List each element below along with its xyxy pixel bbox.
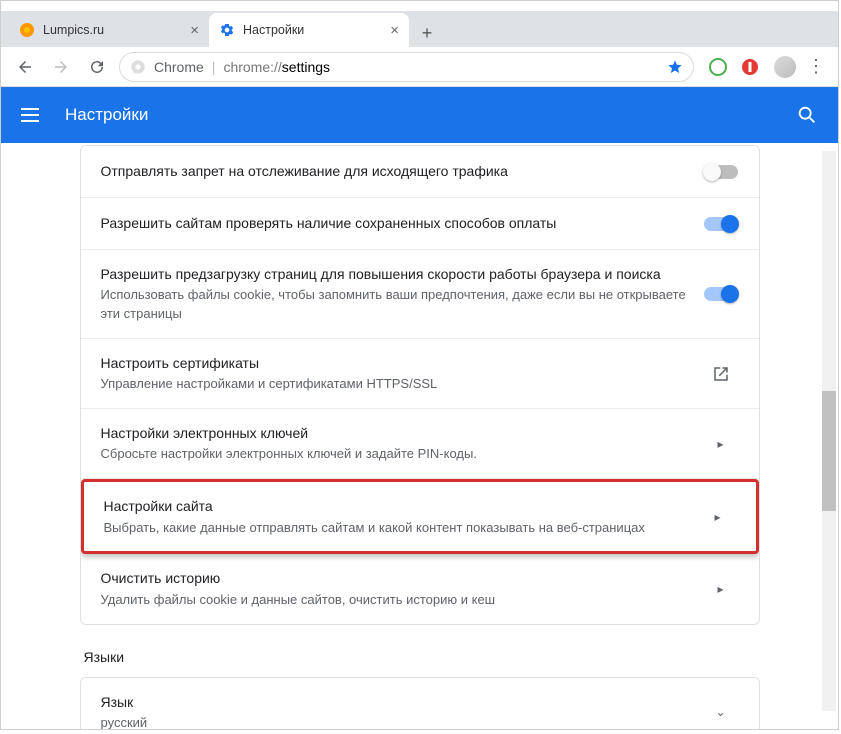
row-certificates[interactable]: Настроить сертификаты Управление настрой… bbox=[81, 339, 759, 409]
row-title: Язык bbox=[101, 692, 687, 712]
row-subtitle: Выбрать, какие данные отправлять сайтам … bbox=[104, 519, 684, 538]
chevron-right-icon: ▸ bbox=[714, 510, 720, 524]
chevron-down-icon: ⌄ bbox=[715, 705, 725, 719]
tab-lumpics[interactable]: Lumpics.ru × bbox=[9, 13, 209, 47]
row-subtitle: Удалить файлы cookie и данные сайтов, оч… bbox=[101, 591, 687, 610]
settings-content: Отправлять запрет на отслеживание для ис… bbox=[1, 143, 838, 729]
row-title: Разрешить предзагрузку страниц для повыш… bbox=[101, 264, 687, 284]
privacy-card: Отправлять запрет на отслеживание для ис… bbox=[80, 145, 760, 625]
tab-close-icon[interactable]: × bbox=[390, 23, 399, 38]
row-title: Очистить историю bbox=[101, 568, 687, 588]
tab-settings[interactable]: Настройки × bbox=[209, 13, 409, 47]
row-title: Разрешить сайтам проверять наличие сохра… bbox=[101, 213, 687, 233]
row-do-not-track[interactable]: Отправлять запрет на отслеживание для ис… bbox=[81, 146, 759, 198]
row-subtitle: Использовать файлы cookie, чтобы запомни… bbox=[101, 286, 687, 324]
row-title: Настройки сайта bbox=[104, 496, 684, 516]
extension-icons bbox=[702, 57, 766, 77]
row-site-settings[interactable]: Настройки сайта Выбрать, какие данные от… bbox=[81, 479, 759, 554]
chevron-right-icon: ▸ bbox=[717, 582, 723, 596]
profile-avatar[interactable] bbox=[774, 56, 796, 78]
back-button[interactable] bbox=[11, 53, 39, 81]
toggle-payment-check[interactable] bbox=[704, 217, 738, 231]
menu-button[interactable]: ⋮ bbox=[804, 56, 828, 77]
browser-toolbar: Chrome | chrome://settings ⋮ bbox=[1, 47, 838, 87]
chrome-logo-icon bbox=[130, 59, 146, 75]
tab-strip: Lumpics.ru × Настройки × + bbox=[1, 11, 838, 47]
toggle-preload[interactable] bbox=[704, 287, 738, 301]
gear-icon bbox=[219, 22, 235, 38]
tab-close-icon[interactable]: × bbox=[190, 23, 199, 38]
address-bar[interactable]: Chrome | chrome://settings bbox=[119, 52, 694, 82]
reload-button[interactable] bbox=[83, 53, 111, 81]
row-security-keys[interactable]: Настройки электронных ключей Сбросьте на… bbox=[81, 409, 759, 479]
orange-circle-icon bbox=[19, 22, 35, 38]
row-subtitle: Управление настройками и сертификатами H… bbox=[101, 375, 687, 394]
hamburger-icon[interactable] bbox=[21, 103, 45, 127]
languages-card: Язык русский ⌄ bbox=[80, 677, 760, 729]
row-subtitle: русский bbox=[101, 714, 687, 729]
settings-header: Настройки bbox=[1, 87, 838, 143]
row-title: Отправлять запрет на отслеживание для ис… bbox=[101, 161, 687, 181]
new-tab-button[interactable]: + bbox=[413, 19, 441, 47]
row-preload[interactable]: Разрешить предзагрузку страниц для повыш… bbox=[81, 250, 759, 339]
row-language[interactable]: Язык русский ⌄ bbox=[81, 678, 759, 729]
omnibox-path-prefix: chrome:// bbox=[223, 59, 281, 75]
row-title: Настроить сертификаты bbox=[101, 353, 687, 373]
search-icon[interactable] bbox=[796, 104, 818, 126]
chevron-right-icon: ▸ bbox=[717, 437, 723, 451]
browser-window: Lumpics.ru × Настройки × + Chrome | bbox=[0, 0, 839, 730]
bookmark-star-icon[interactable] bbox=[667, 59, 683, 75]
omnibox-origin: Chrome bbox=[154, 59, 204, 75]
settings-title: Настройки bbox=[65, 105, 148, 125]
tab-label: Настройки bbox=[243, 23, 304, 37]
scrollbar-thumb[interactable] bbox=[822, 391, 836, 511]
toggle-do-not-track[interactable] bbox=[704, 165, 738, 179]
tab-label: Lumpics.ru bbox=[43, 23, 104, 37]
section-label-languages: Языки bbox=[84, 649, 760, 665]
extension-icon-2[interactable] bbox=[740, 57, 760, 77]
extension-icon-1[interactable] bbox=[708, 57, 728, 77]
row-title: Настройки электронных ключей bbox=[101, 423, 687, 443]
open-external-icon bbox=[712, 365, 730, 383]
forward-button[interactable] bbox=[47, 53, 75, 81]
omnibox-path: settings bbox=[282, 59, 330, 75]
row-subtitle: Сбросьте настройки электронных ключей и … bbox=[101, 445, 687, 464]
row-clear-history[interactable]: Очистить историю Удалить файлы cookie и … bbox=[81, 554, 759, 623]
row-payment-check[interactable]: Разрешить сайтам проверять наличие сохра… bbox=[81, 198, 759, 250]
